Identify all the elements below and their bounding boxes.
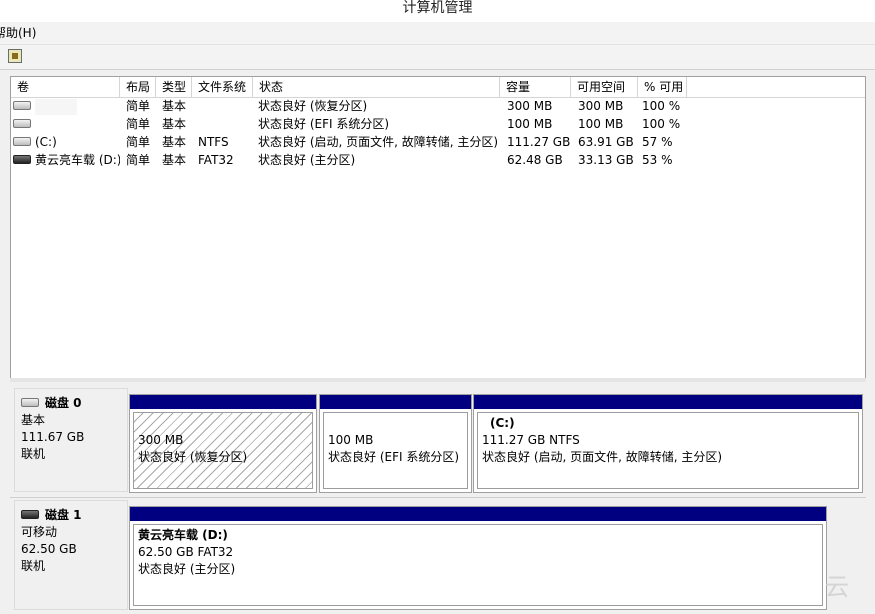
disk-size: 111.67 GB — [21, 430, 85, 444]
partition-bar — [130, 395, 316, 409]
watermark: 云 — [825, 573, 849, 601]
partition-info: 100 MB 状态良好 (EFI 系统分区) — [323, 412, 468, 489]
partition-info: 黄云亮车载 (D:) 62.50 GB FAT32 状态良好 (主分区) — [133, 524, 823, 606]
window-title: 计算机管理 — [0, 0, 875, 22]
partition-status: 状态良好 (EFI 系统分区) — [328, 450, 460, 464]
partition-info: 300 MB 状态良好 (恢复分区) — [133, 412, 313, 489]
volume-type: 基本 — [162, 99, 187, 113]
volume-layout: 简单 — [126, 135, 151, 149]
toolbar — [0, 45, 875, 70]
partition-bar — [130, 507, 826, 521]
volume-capacity: 62.48 GB — [507, 153, 563, 167]
disk-name: 磁盘 1 — [45, 508, 82, 522]
removable-disk-icon — [21, 510, 39, 519]
volume-percent-free: 53 % — [642, 153, 673, 167]
volume-list[interactable]: 卷 布局 类型 文件系统 状态 容量 可用空间 % 可用 简单 基本 状态良好 … — [10, 76, 866, 380]
partition-title: 黄云亮车载 (D:) — [138, 528, 228, 542]
volume-filesystem: FAT32 — [198, 153, 234, 167]
column-header-volume[interactable]: 卷 — [11, 77, 120, 97]
disk-state: 联机 — [21, 447, 46, 461]
volume-row[interactable]: (C:) 简单 基本 NTFS 状态良好 (启动, 页面文件, 故障转储, 主分… — [11, 133, 865, 151]
column-header-layout[interactable]: 布局 — [120, 77, 156, 97]
partition-title — [138, 415, 308, 432]
drive-icon — [13, 137, 31, 146]
partition-bar — [474, 395, 862, 409]
disk-type: 基本 — [21, 413, 46, 427]
partition-status: 状态良好 (启动, 页面文件, 故障转储, 主分区) — [482, 450, 723, 464]
partition-size: 62.50 GB FAT32 — [138, 545, 234, 559]
volume-name: 黄云亮车载 (D:) — [35, 153, 120, 167]
volume-list-header: 卷 布局 类型 文件系统 状态 容量 可用空间 % 可用 — [11, 77, 865, 98]
volume-type: 基本 — [162, 135, 187, 149]
volume-free-space: 100 MB — [578, 117, 624, 131]
volume-name: (C:) — [35, 135, 57, 149]
volume-percent-free: 100 % — [642, 117, 681, 131]
volume-status: 状态良好 (主分区) — [258, 153, 356, 167]
partition-size: 300 MB — [138, 433, 184, 447]
volume-capacity: 100 MB — [507, 117, 553, 131]
volume-row[interactable]: 简单 基本 状态良好 (EFI 系统分区) 100 MB 100 MB 100 … — [11, 115, 865, 133]
volume-percent-free: 100 % — [642, 99, 681, 113]
column-header-type[interactable]: 类型 — [156, 77, 192, 97]
disk-name: 磁盘 0 — [45, 396, 82, 410]
disk-row-separator — [10, 497, 866, 498]
volume-layout: 简单 — [126, 99, 151, 113]
drive-icon — [13, 119, 31, 128]
partition-title: (C:) — [490, 416, 515, 430]
volume-capacity: 300 MB — [507, 99, 553, 113]
volume-free-space: 300 MB — [578, 99, 624, 113]
volume-type: 基本 — [162, 117, 187, 131]
volume-row[interactable]: 简单 基本 状态良好 (恢复分区) 300 MB 300 MB 100 % — [11, 97, 865, 115]
column-header-capacity[interactable]: 容量 — [500, 77, 571, 97]
partition-size: 111.27 GB NTFS — [482, 433, 580, 447]
menu-bar: 帮助(H) — [0, 22, 875, 45]
partition-recovery[interactable]: 300 MB 状态良好 (恢复分区) — [129, 394, 317, 493]
partition-size: 100 MB — [328, 433, 374, 447]
partition-d[interactable]: 黄云亮车载 (D:) 62.50 GB FAT32 状态良好 (主分区) — [129, 506, 827, 610]
volume-status: 状态良好 (EFI 系统分区) — [258, 117, 390, 131]
column-header-free-space[interactable]: 可用空间 — [571, 77, 638, 97]
column-header-status[interactable]: 状态 — [253, 77, 500, 97]
volume-row[interactable]: 黄云亮车载 (D:) 简单 基本 FAT32 状态良好 (主分区) 62.48 … — [11, 151, 865, 169]
volume-percent-free: 57 % — [642, 135, 673, 149]
disk-1-label[interactable]: 磁盘 1 可移动 62.50 GB 联机 — [14, 500, 128, 610]
partition-status: 状态良好 (恢复分区) — [138, 450, 248, 464]
volume-free-space: 33.13 GB — [578, 153, 634, 167]
partition-title — [328, 415, 463, 432]
volume-capacity: 111.27 GB — [507, 135, 571, 149]
drive-icon — [13, 101, 31, 110]
column-header-percent-free[interactable]: % 可用 — [638, 77, 687, 97]
disk-map: 磁盘 0 基本 111.67 GB 联机 300 MB 状态良好 (恢复分区) … — [10, 384, 866, 614]
disk-properties-icon[interactable] — [8, 49, 22, 63]
removable-drive-icon — [13, 155, 31, 164]
pane-splitter[interactable] — [10, 378, 866, 382]
volume-status: 状态良好 (恢复分区) — [258, 99, 368, 113]
volume-free-space: 63.91 GB — [578, 135, 634, 149]
volume-filesystem: NTFS — [198, 135, 229, 149]
volume-status: 状态良好 (启动, 页面文件, 故障转储, 主分区) — [258, 135, 499, 149]
partition-efi[interactable]: 100 MB 状态良好 (EFI 系统分区) — [319, 394, 472, 493]
menu-help[interactable]: 帮助(H) — [0, 22, 36, 44]
partition-info: (C:) 111.27 GB NTFS 状态良好 (启动, 页面文件, 故障转储… — [477, 412, 859, 489]
disk-type: 可移动 — [21, 525, 58, 539]
volume-layout: 简单 — [126, 153, 151, 167]
partition-bar — [320, 395, 471, 409]
volume-name — [35, 98, 77, 115]
disk-size: 62.50 GB — [21, 542, 77, 556]
column-header-filesystem[interactable]: 文件系统 — [192, 77, 253, 97]
partition-status: 状态良好 (主分区) — [138, 562, 236, 576]
disk-state: 联机 — [21, 559, 46, 573]
disk-icon — [21, 398, 39, 407]
volume-layout: 简单 — [126, 117, 151, 131]
partition-c[interactable]: (C:) 111.27 GB NTFS 状态良好 (启动, 页面文件, 故障转储… — [473, 394, 863, 493]
volume-type: 基本 — [162, 153, 187, 167]
disk-0-label[interactable]: 磁盘 0 基本 111.67 GB 联机 — [14, 388, 128, 492]
disk-management-pane: 卷 布局 类型 文件系统 状态 容量 可用空间 % 可用 简单 基本 状态良好 … — [0, 70, 875, 614]
